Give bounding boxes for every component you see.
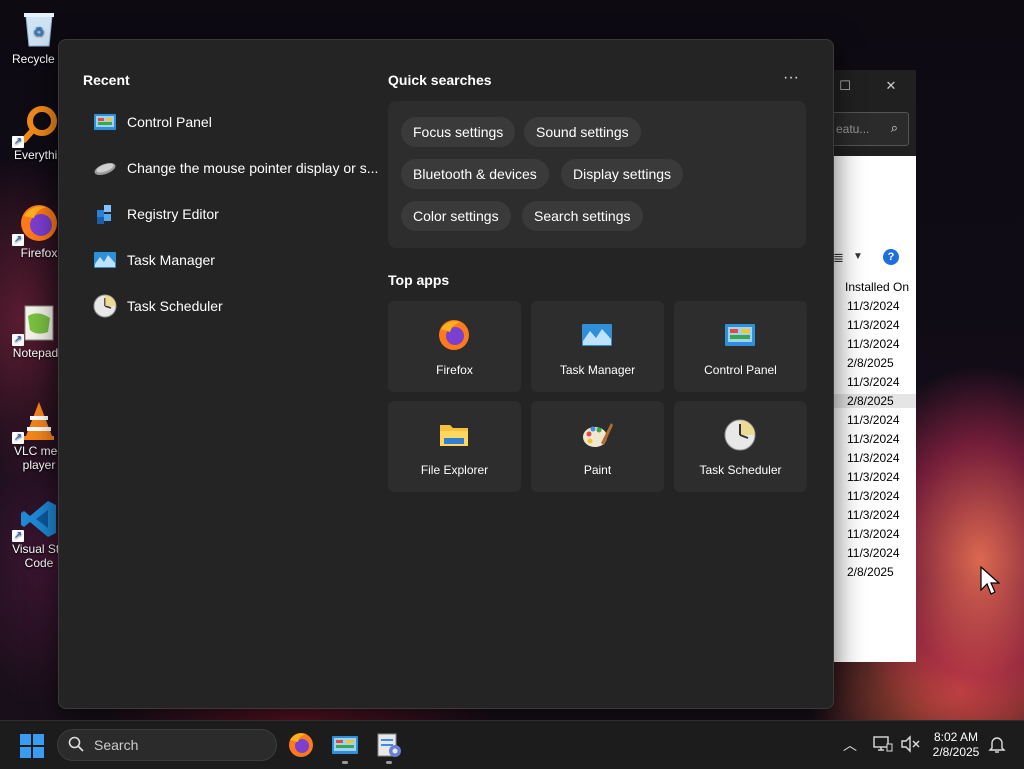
control-panel-icon xyxy=(93,110,117,134)
vlc-icon: ↗ xyxy=(12,400,60,444)
recent-item-registry-editor[interactable]: Registry Editor xyxy=(83,196,383,232)
network-icon[interactable] xyxy=(873,735,893,753)
window-toolbar: ≣ ▼ ? xyxy=(833,246,916,272)
background-window[interactable]: ☐ ✕ eatu... ⌕ ≣ ▼ ? Installed On 11/3/20… xyxy=(820,70,916,662)
task-scheduler-icon xyxy=(93,294,117,318)
installed-on-cell[interactable]: 11/3/2024 xyxy=(847,489,900,503)
quick-search-focus-settings[interactable]: Focus settings xyxy=(401,117,516,147)
windows-logo-icon xyxy=(20,734,44,758)
running-indicator xyxy=(386,761,392,764)
top-app-file-explorer[interactable]: File Explorer xyxy=(388,401,521,492)
clock-time: 8:02 AM xyxy=(933,730,979,744)
column-header-installed-on[interactable]: Installed On xyxy=(845,280,909,294)
installed-on-cell[interactable]: 11/3/2024 xyxy=(847,508,900,522)
notification-bell-icon[interactable] xyxy=(988,735,1006,753)
installed-on-cell[interactable]: 11/3/2024 xyxy=(847,337,900,351)
control-panel-icon xyxy=(332,736,358,754)
recycle-bin-icon: ♻ xyxy=(18,8,60,50)
shortcut-arrow-icon: ↗ xyxy=(12,334,24,346)
installed-on-cell[interactable]: 2/8/2025 xyxy=(847,356,894,370)
volume-muted-icon[interactable] xyxy=(900,735,920,753)
running-indicator xyxy=(342,761,348,764)
clock-date: 2/8/2025 xyxy=(932,745,980,759)
recent-item-task-scheduler[interactable]: Task Scheduler xyxy=(83,288,383,324)
taskbar-clock[interactable]: 8:02 AM 2/8/2025 xyxy=(926,730,986,760)
installed-on-cell[interactable]: 11/3/2024 xyxy=(847,432,900,446)
quick-search-bluetooth-devices[interactable]: Bluetooth & devices xyxy=(401,159,549,189)
registry-editor-icon xyxy=(93,202,117,226)
shortcut-arrow-icon: ↗ xyxy=(12,234,24,246)
recent-section-title: Recent xyxy=(83,72,130,88)
taskbar-search-input[interactable]: Search xyxy=(57,729,277,761)
installed-on-cell[interactable]: 11/3/2024 xyxy=(847,546,900,560)
window-titlebar[interactable]: ☐ ✕ xyxy=(821,70,916,102)
chevron-down-icon[interactable]: ▼ xyxy=(853,251,863,262)
installed-on-cell[interactable]: 11/3/2024 xyxy=(847,527,900,541)
paint-icon xyxy=(581,419,613,451)
view-options-icon[interactable]: ≣ xyxy=(833,250,844,266)
installed-on-cell[interactable]: 11/3/2024 xyxy=(847,375,900,389)
task-manager-icon xyxy=(581,319,613,351)
shortcut-arrow-icon: ↗ xyxy=(12,136,24,148)
installed-on-cell[interactable]: 2/8/2025 xyxy=(847,565,894,579)
top-apps-title: Top apps xyxy=(388,272,450,288)
window-search-input[interactable]: eatu... ⌕ xyxy=(827,112,909,146)
firefox-icon xyxy=(289,733,313,757)
recent-item-mouse-pointer-settings[interactable]: Change the mouse pointer display or s... xyxy=(83,150,383,186)
maximize-icon[interactable]: ☐ xyxy=(835,76,855,96)
search-icon xyxy=(68,736,84,752)
installed-on-cell[interactable]: 11/3/2024 xyxy=(847,451,900,465)
recent-item-task-manager[interactable]: Task Manager xyxy=(83,242,383,278)
installed-on-cell[interactable]: 11/3/2024 xyxy=(847,299,900,313)
quick-searches-panel: Focus settings Sound settings Bluetooth … xyxy=(388,101,806,248)
top-app-task-scheduler[interactable]: Task Scheduler xyxy=(674,401,807,492)
start-button[interactable] xyxy=(20,734,44,758)
mouse-cursor-icon xyxy=(980,565,1001,598)
top-app-task-manager[interactable]: Task Manager xyxy=(531,301,664,392)
file-explorer-icon xyxy=(438,419,470,451)
tray-overflow-chevron-icon[interactable]: ︿ xyxy=(843,735,857,755)
installed-on-cell[interactable]: 11/3/2024 xyxy=(847,413,900,427)
mouse-icon xyxy=(93,156,117,180)
taskbar-firefox[interactable] xyxy=(287,731,315,759)
installed-on-cell[interactable]: 11/3/2024 xyxy=(847,318,900,332)
top-app-paint[interactable]: Paint xyxy=(531,401,664,492)
firefox-icon: ↗ xyxy=(12,202,60,246)
system-configuration-icon xyxy=(377,733,401,757)
window-content xyxy=(833,156,916,662)
task-scheduler-icon xyxy=(724,419,756,451)
quick-search-color-settings[interactable]: Color settings xyxy=(401,201,511,231)
top-app-control-panel[interactable]: Control Panel xyxy=(674,301,807,392)
taskbar-task-scheduler-app[interactable] xyxy=(375,731,403,759)
quick-searches-title: Quick searches xyxy=(388,72,492,88)
quick-search-sound-settings[interactable]: Sound settings xyxy=(524,117,641,147)
installed-on-cell[interactable]: 2/8/2025 xyxy=(833,394,916,408)
close-icon[interactable]: ✕ xyxy=(881,76,901,96)
notepad-plus-plus-icon: ↗ xyxy=(12,302,60,346)
everything-search-icon: ↗ xyxy=(12,104,60,148)
vscode-icon: ↗ xyxy=(12,498,60,542)
control-panel-icon xyxy=(724,319,756,351)
more-options-button[interactable]: ··· xyxy=(781,68,801,88)
top-app-firefox[interactable]: Firefox xyxy=(388,301,521,392)
installed-on-cell[interactable]: 11/3/2024 xyxy=(847,470,900,484)
start-menu: Recent Control Panel Change the mouse po… xyxy=(58,39,834,709)
shortcut-arrow-icon: ↗ xyxy=(12,432,24,444)
shortcut-arrow-icon: ↗ xyxy=(12,530,24,542)
quick-search-search-settings[interactable]: Search settings xyxy=(522,201,643,231)
search-icon: ⌕ xyxy=(890,120,898,135)
window-search-area: eatu... ⌕ xyxy=(821,102,916,156)
help-icon[interactable]: ? xyxy=(883,249,899,265)
quick-search-display-settings[interactable]: Display settings xyxy=(561,159,684,189)
taskbar: Search ︿ 8:02 AM 2/8/2025 xyxy=(0,720,1024,769)
firefox-icon xyxy=(438,319,470,351)
taskbar-control-panel[interactable] xyxy=(331,731,359,759)
recent-item-control-panel[interactable]: Control Panel xyxy=(83,104,383,140)
svg-text:♻: ♻ xyxy=(33,25,45,40)
task-manager-icon xyxy=(93,248,117,272)
